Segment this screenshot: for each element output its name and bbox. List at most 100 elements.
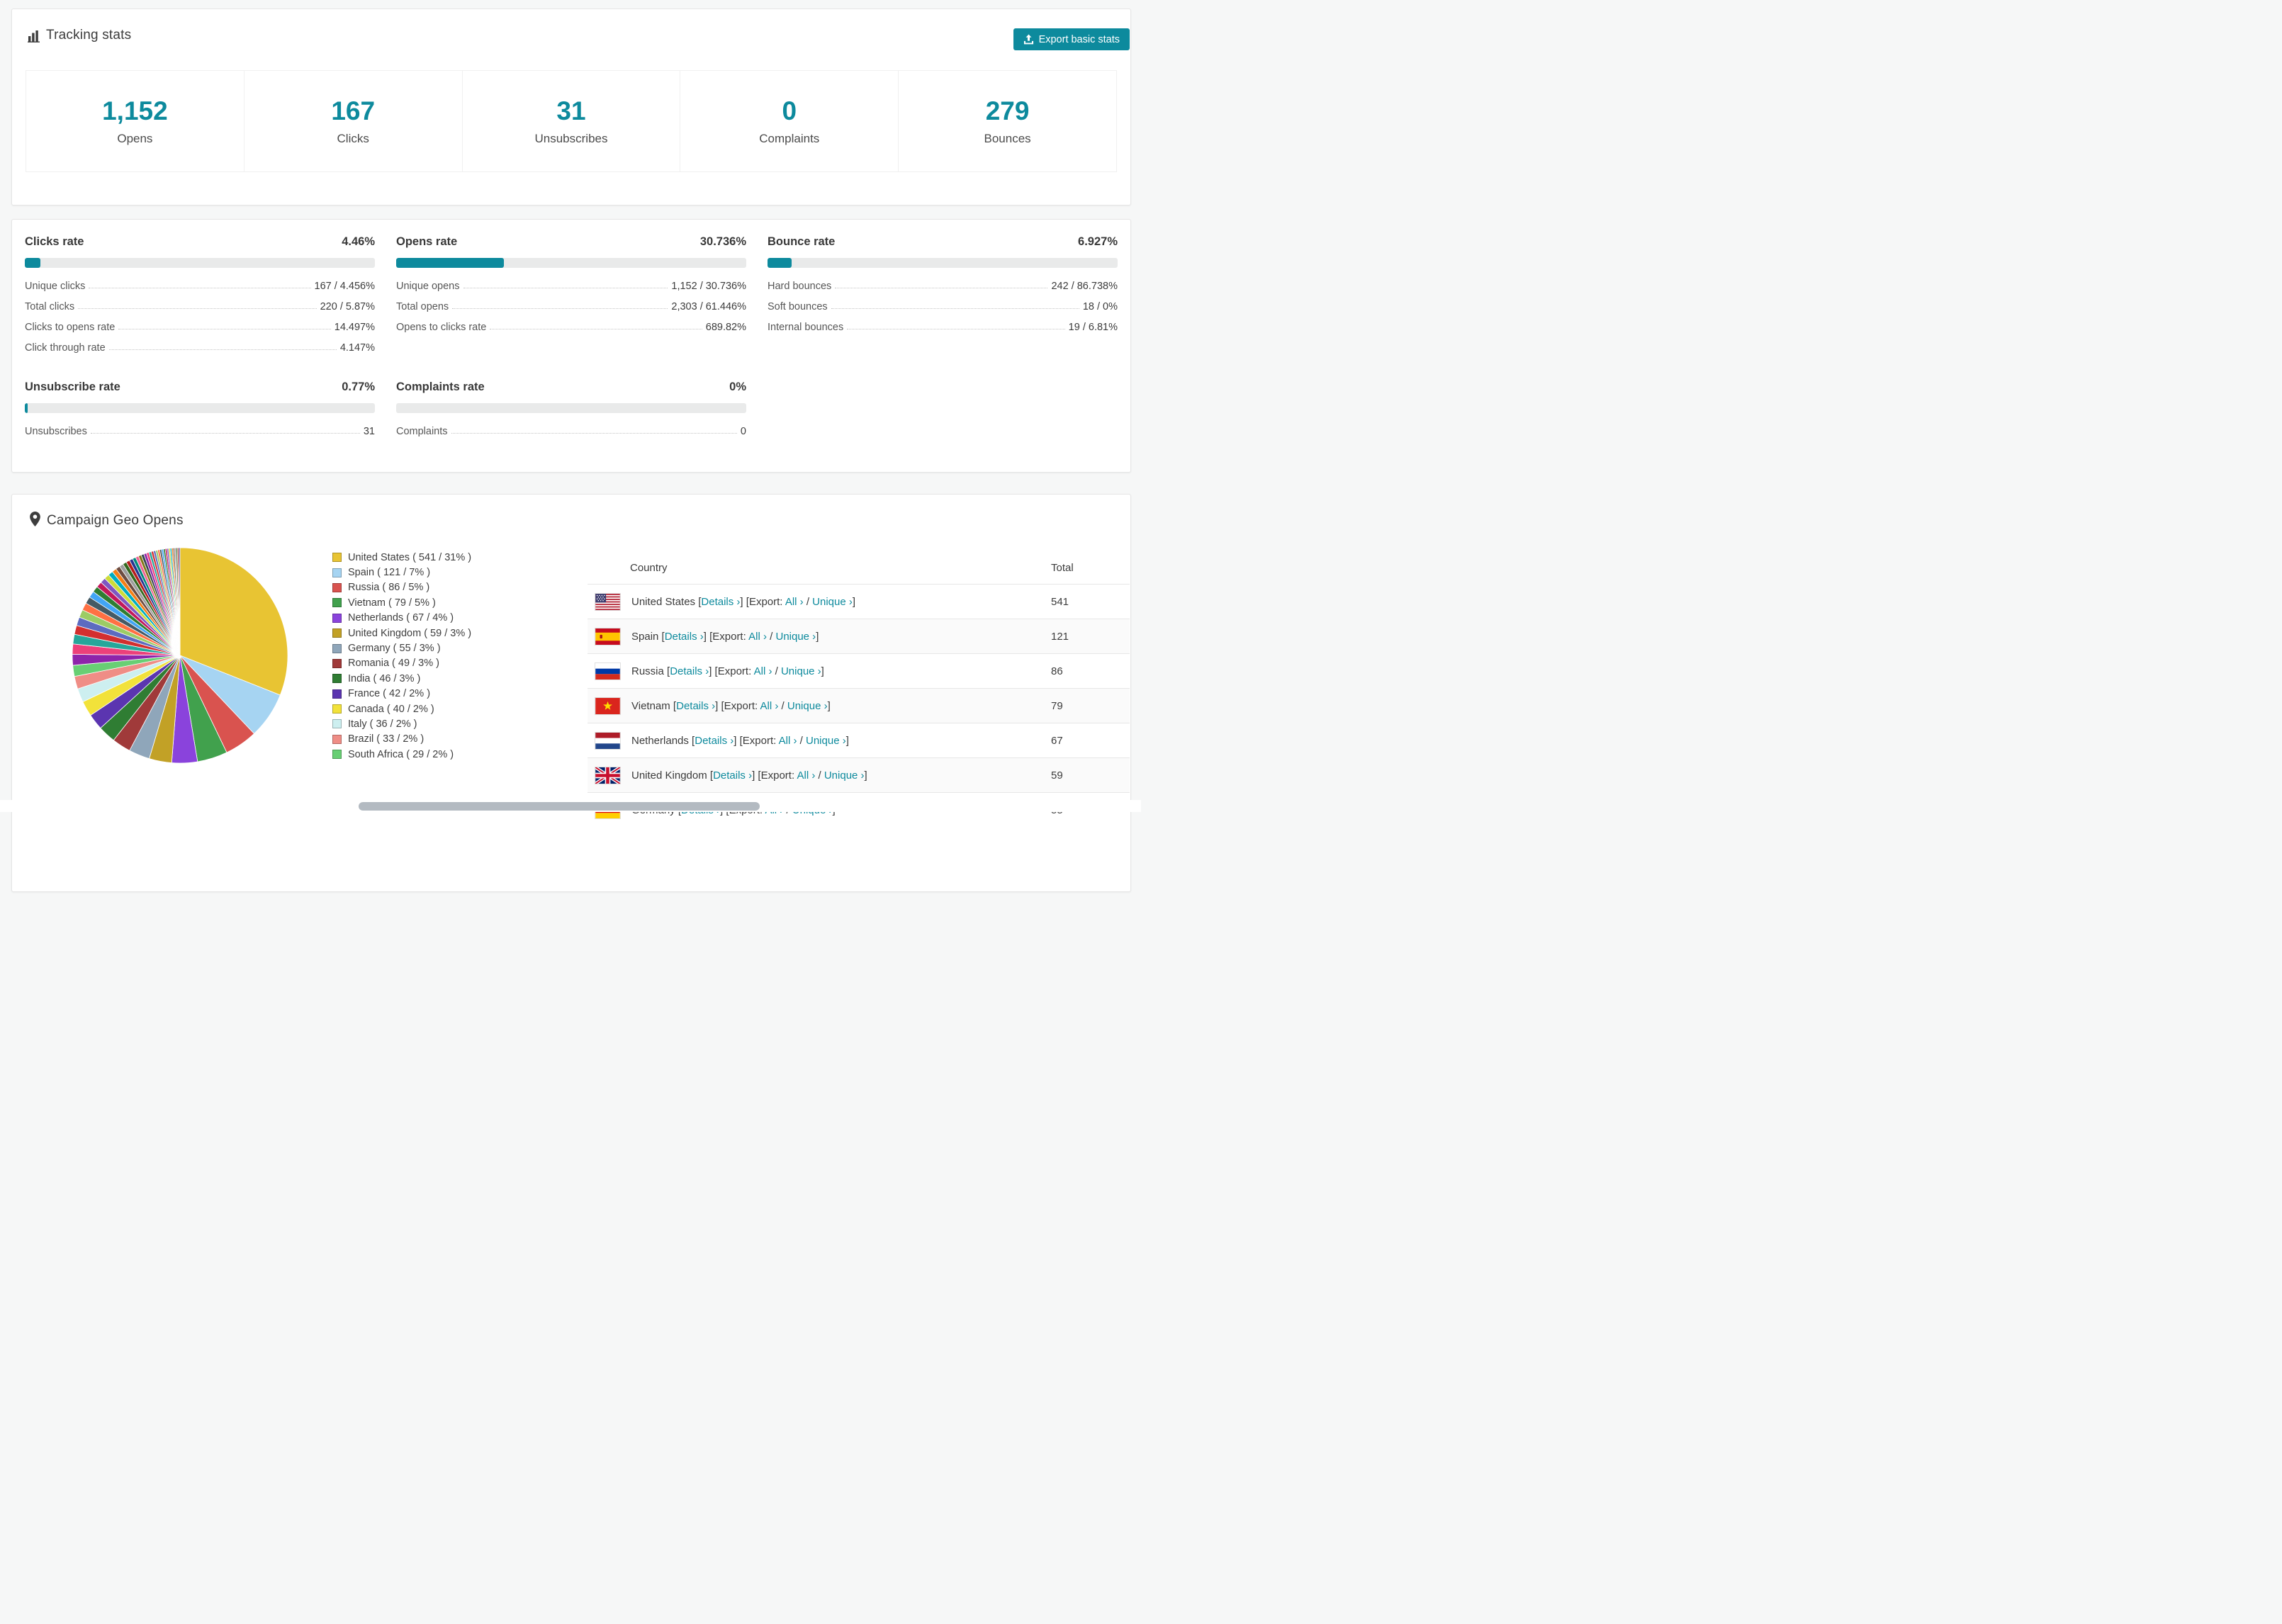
- horizontal-scrollbar[interactable]: [0, 800, 1141, 812]
- stat-tile-clicks: 167 Clicks: [243, 70, 463, 172]
- export-all-link[interactable]: All ›: [797, 769, 815, 782]
- legend-label: Netherlands ( 67 / 4% ): [348, 612, 454, 624]
- export-unique-link[interactable]: Unique ›: [824, 769, 865, 782]
- legend-item: France ( 42 / 2% ): [332, 687, 471, 701]
- dotted-leader: [90, 433, 360, 434]
- rate-header: Unsubscribe rate 0.77%: [25, 380, 375, 394]
- geo-opens-card: Campaign Geo Opens United States ( 541 /…: [11, 494, 1131, 892]
- details-link[interactable]: Details ›: [676, 700, 715, 712]
- country-name: Spain: [631, 630, 659, 643]
- stat-value: 167: [331, 96, 376, 125]
- rate-detail-label: Complaints: [396, 426, 448, 437]
- legend-item: Russia ( 86 / 5% ): [332, 580, 471, 595]
- legend-item: United Kingdom ( 59 / 3% ): [332, 626, 471, 641]
- rate-detail-row: Clicks to opens rate 14.497%: [25, 315, 375, 336]
- country-cell: Netherlands [Details ›] [Export: All › /…: [631, 734, 849, 747]
- export-prefix: Export:: [724, 699, 758, 712]
- export-all-link[interactable]: All ›: [760, 700, 779, 712]
- legend-swatch: [332, 704, 342, 714]
- stat-tile-bounces: 279 Bounces: [898, 70, 1117, 172]
- rate-progress-fill: [25, 403, 28, 413]
- rate-value: 30.736%: [699, 235, 746, 248]
- export-unique-link[interactable]: Unique ›: [806, 735, 846, 747]
- table-row-gb: United Kingdom [Details ›] [Export: All …: [588, 757, 1130, 792]
- legend-item: South Africa ( 29 / 2% ): [332, 747, 471, 762]
- rate-detail-row: Opens to clicks rate 689.82%: [396, 315, 746, 336]
- export-all-link[interactable]: All ›: [779, 735, 797, 747]
- legend-label: Russia ( 86 / 5% ): [348, 582, 430, 594]
- country-name: Vietnam: [631, 699, 670, 712]
- details-link[interactable]: Details ›: [695, 735, 734, 747]
- legend-swatch: [332, 568, 342, 577]
- legend-swatch: [332, 553, 342, 563]
- rate-detail-label: Soft bounces: [768, 301, 828, 312]
- export-all-link[interactable]: All ›: [748, 631, 767, 643]
- legend-swatch: [332, 689, 342, 699]
- export-unique-link[interactable]: Unique ›: [775, 631, 816, 643]
- rate-detail-label: Opens to clicks rate: [396, 322, 487, 333]
- country-cell: Russia [Details ›] [Export: All › / Uniq…: [631, 665, 824, 677]
- export-unique-link[interactable]: Unique ›: [812, 596, 853, 608]
- stat-value: 279: [985, 96, 1030, 125]
- details-link[interactable]: Details ›: [670, 665, 709, 677]
- export-basic-stats-button[interactable]: Export basic stats: [1013, 28, 1130, 50]
- legend-item: Romania ( 49 / 3% ): [332, 656, 471, 671]
- legend-label: Vietnam ( 79 / 5% ): [348, 597, 436, 609]
- stat-label: Opens: [117, 132, 153, 145]
- country-total: 121: [1051, 630, 1069, 643]
- country-total: 79: [1051, 699, 1063, 712]
- legend-label: India ( 46 / 3% ): [348, 672, 421, 684]
- rate-detail-label: Total opens: [396, 301, 449, 312]
- legend-swatch: [332, 658, 342, 668]
- horizontal-scrollbar-thumb[interactable]: [359, 802, 760, 811]
- rate-value: 6.927%: [1078, 235, 1118, 248]
- rate-detail-row: Soft bounces 18 / 0%: [768, 295, 1118, 315]
- rate-detail-row: Total clicks 220 / 5.87%: [25, 295, 375, 315]
- rate-detail-label: Internal bounces: [768, 322, 844, 333]
- rate-detail-value: 31: [363, 426, 375, 437]
- rate-header: Complaints rate 0%: [396, 380, 746, 394]
- rate-detail-label: Unique clicks: [25, 281, 86, 292]
- legend-swatch: [332, 750, 342, 760]
- legend-label: United States ( 541 / 31% ): [348, 551, 472, 563]
- legend-label: Spain ( 121 / 7% ): [348, 567, 431, 579]
- export-unique-link[interactable]: Unique ›: [781, 665, 821, 677]
- stat-label: Bounces: [984, 132, 1031, 145]
- rate-title: Clicks rate: [25, 235, 84, 248]
- rate-detail-value: 14.497%: [334, 322, 375, 333]
- export-all-link[interactable]: All ›: [785, 596, 804, 608]
- rate-header: Clicks rate 4.46%: [25, 235, 375, 249]
- tracking-stats-title: Tracking stats: [46, 28, 132, 43]
- rate-detail-row: Unsubscribes 31: [25, 419, 375, 440]
- stat-tile-complaints: 0 Complaints: [680, 70, 899, 172]
- details-link[interactable]: Details ›: [665, 631, 704, 643]
- legend-item: United States ( 541 / 31% ): [332, 550, 471, 565]
- stat-tile-unsubscribes: 31 Unsubscribes: [461, 70, 681, 172]
- rate-detail-label: Unsubscribes: [25, 426, 87, 437]
- geo-table-rows: United States [Details ›] [Export: All ›…: [588, 584, 1130, 827]
- details-link[interactable]: Details ›: [713, 769, 752, 782]
- country-cell: United Kingdom [Details ›] [Export: All …: [631, 769, 867, 782]
- rate-progress-bar: [396, 258, 746, 268]
- legend-label: Germany ( 55 / 3% ): [348, 643, 441, 655]
- table-row-ru: Russia [Details ›] [Export: All › / Uniq…: [588, 653, 1130, 688]
- legend-label: Romania ( 49 / 3% ): [348, 658, 439, 670]
- legend-item: India ( 46 / 3% ): [332, 671, 471, 686]
- stat-value: 1,152: [102, 96, 168, 125]
- country-total: 541: [1051, 595, 1069, 608]
- rate-detail-label: Hard bounces: [768, 281, 832, 292]
- legend-swatch: [332, 582, 342, 592]
- export-prefix: Export:: [717, 665, 752, 677]
- rate-progress-bar: [396, 403, 746, 413]
- table-row-es: Spain [Details ›] [Export: All › / Uniqu…: [588, 619, 1130, 653]
- legend-label: Canada ( 40 / 2% ): [348, 703, 434, 715]
- table-row-vn: Vietnam [Details ›] [Export: All › / Uni…: [588, 688, 1130, 723]
- details-link[interactable]: Details ›: [701, 596, 740, 608]
- flag-icon-nl: [595, 731, 621, 750]
- rate-detail-label: Unique opens: [396, 281, 460, 292]
- export-all-link[interactable]: All ›: [754, 665, 772, 677]
- export-unique-link[interactable]: Unique ›: [787, 700, 828, 712]
- rate-header: Bounce rate 6.927%: [768, 235, 1118, 249]
- tracking-stats-tiles: 1,152 Opens 167 Clicks 31 Unsubscribes 0 Compla…: [26, 70, 1117, 172]
- geo-title: Campaign Geo Opens: [47, 513, 184, 528]
